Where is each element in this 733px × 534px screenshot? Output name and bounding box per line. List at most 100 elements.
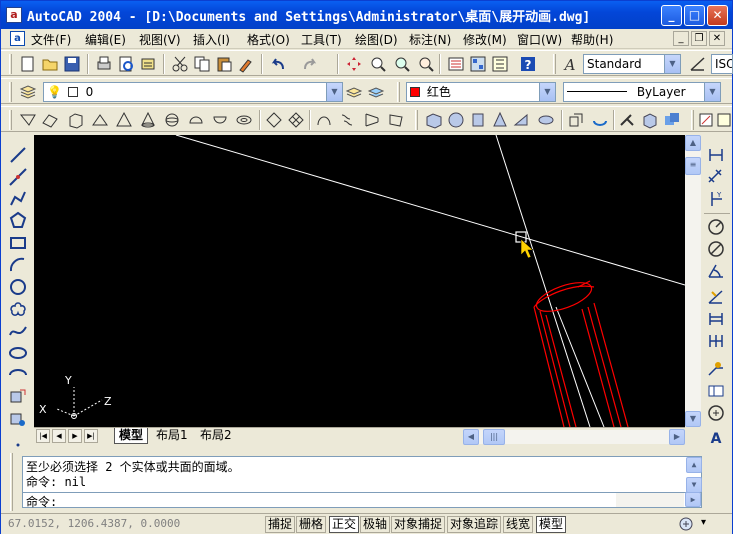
ellipse-icon[interactable] [8, 343, 28, 363]
menu-format[interactable]: 格式(O) [247, 31, 290, 48]
rectangle-icon[interactable] [8, 233, 28, 253]
zoom-window-icon[interactable] [393, 55, 411, 73]
grid-toggle[interactable]: 栅格 [296, 516, 327, 533]
tab-layout1[interactable]: 布局1 [152, 428, 192, 444]
baseline-dimension-icon[interactable] [706, 309, 726, 329]
solid-torus-icon[interactable] [537, 111, 555, 129]
color-select[interactable]: 红色 ▼ [406, 82, 556, 102]
plot-preview-icon[interactable] [117, 55, 135, 73]
tool-palettes-icon[interactable] [491, 55, 509, 73]
zoom-previous-icon[interactable] [417, 55, 435, 73]
center-mark-icon[interactable] [706, 403, 726, 423]
tolerance-icon[interactable] [706, 381, 726, 401]
point-icon[interactable] [8, 431, 28, 451]
ortho-toggle[interactable]: 正交 [329, 516, 360, 533]
maximize-button[interactable]: □ [684, 5, 705, 26]
print-icon[interactable] [95, 55, 113, 73]
ellipse-arc-icon[interactable] [8, 365, 28, 385]
text-style-icon[interactable]: A [561, 55, 579, 73]
surface-2d-solid-icon[interactable] [19, 111, 37, 129]
pyramid-mesh-icon[interactable] [115, 111, 133, 129]
scroll-down-button[interactable]: ▼ [685, 411, 701, 427]
box-mesh-icon[interactable] [67, 111, 85, 129]
osnap-toggle[interactable]: 对象捕捉 [391, 516, 446, 533]
doc-restore-button[interactable]: ❐ [691, 31, 707, 46]
model-space-toggle[interactable]: 模型 [536, 516, 567, 533]
circle-icon[interactable] [8, 277, 28, 297]
toolbar-grip[interactable] [397, 82, 400, 102]
open-folder-icon[interactable] [41, 55, 59, 73]
otrack-toggle[interactable]: 对象追踪 [447, 516, 502, 533]
save-icon[interactable] [63, 55, 81, 73]
3d-mesh-icon[interactable] [287, 111, 305, 129]
polyline-icon[interactable] [8, 189, 28, 209]
ordinate-dimension-icon[interactable]: Y [706, 189, 726, 209]
command-history[interactable]: 至少必须选择 2 个实体或共面的面域。 命令: nil ▲ ▼ [22, 456, 702, 494]
lineweight-toggle[interactable]: 线宽 [503, 516, 534, 533]
command-scroll-right-button[interactable]: ▶ [685, 492, 701, 507]
scroll-thumb-vertical[interactable]: ≡ [685, 157, 701, 175]
tab-layout2[interactable]: 布局2 [196, 428, 236, 444]
revision-cloud-icon[interactable] [8, 299, 28, 319]
scroll-right-button[interactable]: ▶ [669, 429, 685, 445]
horizontal-scrollbar[interactable]: ◀ ||| ▶ [463, 429, 685, 445]
section-icon[interactable] [641, 111, 659, 129]
tab-model[interactable]: 模型 [114, 428, 149, 444]
solid-cylinder-icon[interactable] [469, 111, 487, 129]
scroll-thumb-horizontal[interactable]: ||| [483, 429, 505, 445]
ruled-surface-icon[interactable] [363, 111, 381, 129]
setup-view-icon[interactable] [715, 111, 733, 129]
insert-block-icon[interactable] [8, 387, 28, 407]
paste-icon[interactable] [215, 55, 233, 73]
menu-view[interactable]: 视图(V) [139, 31, 181, 48]
undo-icon[interactable] [269, 55, 287, 73]
menu-modify[interactable]: 修改(M) [463, 31, 507, 48]
setup-drawing-icon[interactable] [697, 111, 715, 129]
properties-icon[interactable] [447, 55, 465, 73]
next-tab-button[interactable]: ▶ [68, 429, 82, 443]
quick-dimension-icon[interactable] [706, 287, 726, 307]
design-center-icon[interactable] [469, 55, 487, 73]
wedge-mesh-icon[interactable] [91, 111, 109, 129]
layer-select[interactable]: 💡 0 ▼ [43, 82, 343, 102]
linear-dimension-icon[interactable] [706, 145, 726, 165]
spline-icon[interactable] [8, 321, 28, 341]
menu-draw[interactable]: 绘图(D) [355, 31, 398, 48]
extrude-icon[interactable] [567, 111, 585, 129]
snap-toggle[interactable]: 捕捉 [265, 516, 296, 533]
sphere-mesh-icon[interactable] [163, 111, 181, 129]
command-scroll-up-button[interactable]: ▲ [686, 457, 702, 473]
toolbar-grip[interactable] [9, 82, 12, 102]
cone-mesh-icon[interactable] [139, 111, 157, 129]
slice-icon[interactable] [619, 111, 637, 129]
communication-center-icon[interactable] [677, 516, 695, 533]
toolbar-grip[interactable] [691, 110, 694, 130]
minimize-button[interactable]: _ [661, 5, 682, 26]
layer-manager-icon[interactable] [19, 83, 37, 101]
leader-icon[interactable] [706, 359, 726, 379]
previous-tab-button[interactable]: ◀ [52, 429, 66, 443]
interference-icon[interactable] [663, 111, 681, 129]
menu-edit[interactable]: 编辑(E) [85, 31, 126, 48]
edge-icon[interactable] [265, 111, 283, 129]
pan-icon[interactable] [345, 55, 363, 73]
radius-dimension-icon[interactable] [706, 217, 726, 237]
solid-box-icon[interactable] [425, 111, 443, 129]
scroll-up-button[interactable]: ▲ [685, 135, 701, 151]
command-input[interactable]: 命令: ▶ [22, 492, 702, 509]
aligned-dimension-icon[interactable] [706, 167, 726, 187]
command-hscroll[interactable] [616, 493, 684, 507]
construction-line-icon[interactable] [8, 167, 28, 187]
toolbar-grip[interactable] [9, 110, 12, 130]
make-current-layer-icon[interactable] [345, 83, 363, 101]
menu-dimension[interactable]: 标注(N) [409, 31, 451, 48]
revolved-surface-icon[interactable] [315, 111, 333, 129]
last-tab-button[interactable]: ▶| [84, 429, 98, 443]
first-tab-button[interactable]: |◀ [36, 429, 50, 443]
redo-icon[interactable] [301, 55, 319, 73]
angular-dimension-icon[interactable] [706, 261, 726, 281]
document-icon[interactable]: a [10, 31, 25, 46]
toolbar-grip[interactable] [553, 54, 556, 74]
revolve-icon[interactable] [591, 111, 609, 129]
title-bar[interactable]: a AutoCAD 2004 - [D:\Documents and Setti… [1, 1, 732, 29]
